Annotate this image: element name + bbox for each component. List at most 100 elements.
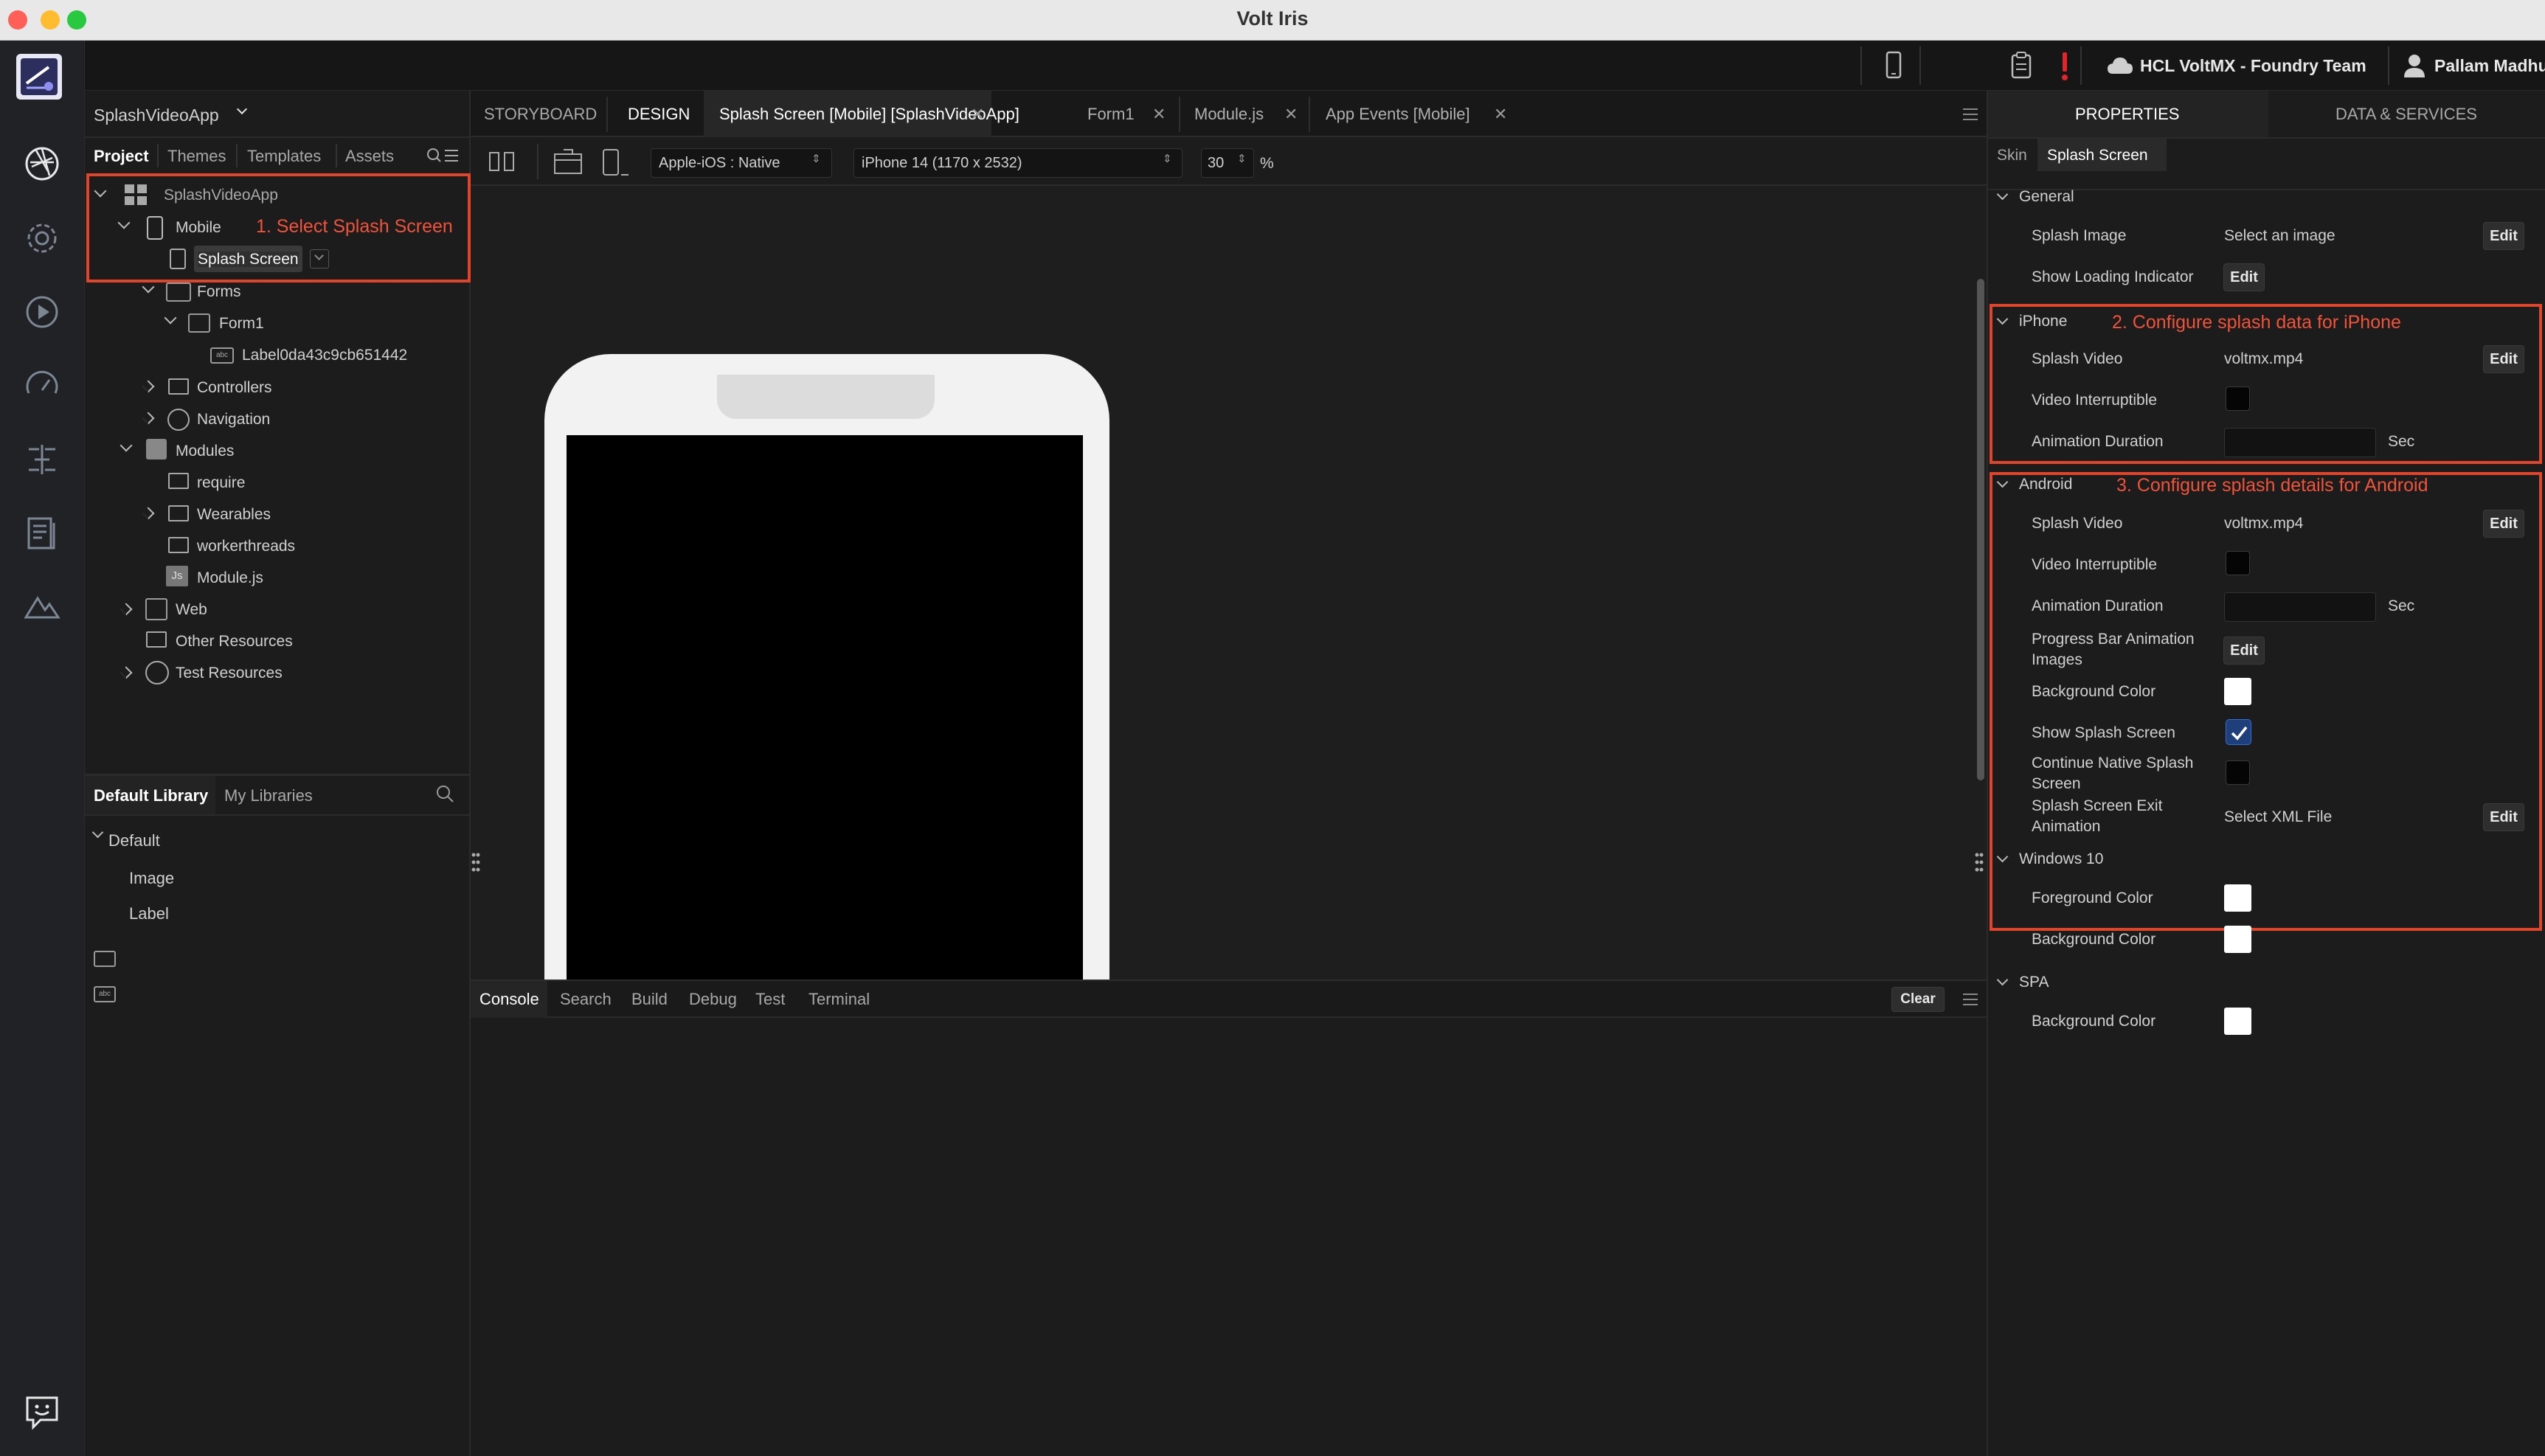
section-iphone[interactable]: iPhone bbox=[2019, 313, 2067, 329]
background-color-windows-swatch[interactable] bbox=[2224, 926, 2251, 953]
value-splash-video-iphone[interactable]: voltmx.mp4 bbox=[2224, 351, 2303, 367]
design-canvas[interactable] bbox=[471, 187, 1976, 1071]
tab-default-library[interactable]: Default Library bbox=[94, 788, 208, 804]
checkbox-continue-native[interactable] bbox=[2226, 760, 2250, 785]
foreground-color-swatch[interactable] bbox=[2224, 884, 2251, 912]
clear-button[interactable]: Clear bbox=[1891, 987, 1945, 1012]
value-exit-animation[interactable]: Select XML File bbox=[2224, 809, 2332, 825]
left-drag-handle[interactable] bbox=[471, 849, 481, 876]
tab-splash-screen-props[interactable]: Splash Screen bbox=[2047, 148, 2148, 163]
tab-form1[interactable]: Form1 bbox=[1087, 106, 1135, 122]
app-logo-icon[interactable] bbox=[16, 54, 62, 100]
device-icon[interactable] bbox=[1880, 51, 1908, 80]
value-splash-image[interactable]: Select an image bbox=[2224, 228, 2335, 243]
edit-progress-bar-button[interactable]: Edit bbox=[2223, 637, 2265, 665]
checkbox-video-interruptible-android[interactable] bbox=[2226, 551, 2250, 575]
animation-duration-android-input[interactable] bbox=[2224, 592, 2376, 622]
tab-search[interactable]: Search bbox=[560, 991, 612, 1008]
section-general[interactable]: General bbox=[2019, 189, 2074, 204]
search-icon[interactable] bbox=[435, 784, 456, 805]
chevron-right-icon[interactable] bbox=[142, 380, 155, 393]
play-icon[interactable] bbox=[16, 286, 68, 338]
section-android[interactable]: Android bbox=[2019, 476, 2072, 492]
clipboard-icon[interactable] bbox=[2007, 51, 2035, 80]
edit-exit-animation-button[interactable]: Edit bbox=[2483, 803, 2524, 831]
tab-my-libraries[interactable]: My Libraries bbox=[224, 788, 313, 804]
search-list-icon[interactable] bbox=[426, 146, 460, 167]
tab-terminal[interactable]: Terminal bbox=[808, 991, 870, 1008]
project-selector[interactable]: SplashVideoApp bbox=[94, 107, 219, 124]
chevron-down-icon[interactable] bbox=[120, 439, 133, 452]
tree-workerthreads[interactable]: workerthreads bbox=[197, 538, 295, 554]
chevron-down-icon[interactable] bbox=[1996, 188, 2009, 201]
settings-gear-icon[interactable] bbox=[16, 212, 68, 264]
split-view-icon[interactable] bbox=[488, 150, 515, 173]
library-item-label[interactable]: Label bbox=[129, 906, 169, 922]
user-name[interactable]: Pallam Madhukar bbox=[2434, 58, 2545, 74]
tree-other-resources[interactable]: Other Resources bbox=[176, 634, 293, 649]
checkbox-video-interruptible-iphone[interactable] bbox=[2226, 386, 2250, 411]
tree-web[interactable]: Web bbox=[176, 602, 207, 617]
tab-test[interactable]: Test bbox=[755, 991, 785, 1008]
chevron-right-icon[interactable] bbox=[142, 412, 155, 425]
tree-label[interactable]: Label0da43c9cb651442 bbox=[242, 347, 407, 363]
library-group-default[interactable]: Default bbox=[108, 833, 160, 849]
tree-wearables[interactable]: Wearables bbox=[197, 507, 271, 522]
right-drag-handle[interactable] bbox=[1974, 849, 1984, 876]
aperture-icon[interactable] bbox=[16, 138, 68, 190]
gauge-icon[interactable] bbox=[16, 360, 68, 412]
tab-assets[interactable]: Assets bbox=[345, 148, 394, 164]
value-splash-video-android[interactable]: voltmx.mp4 bbox=[2224, 516, 2303, 531]
checkbox-show-splash[interactable] bbox=[2226, 719, 2251, 745]
canvas-scrollbar[interactable] bbox=[1977, 279, 1984, 780]
close-icon[interactable]: ✕ bbox=[1494, 106, 1507, 122]
tree-modules[interactable]: Modules bbox=[176, 443, 234, 459]
tab-storyboard[interactable]: STORYBOARD bbox=[484, 106, 597, 122]
close-icon[interactable]: ✕ bbox=[1284, 106, 1298, 122]
document-icon[interactable] bbox=[16, 507, 68, 559]
tree-modulejs[interactable]: Module.js bbox=[197, 570, 263, 586]
close-icon[interactable]: ✕ bbox=[1152, 106, 1166, 122]
tab-properties[interactable]: PROPERTIES bbox=[2075, 106, 2179, 122]
tab-console[interactable]: Console bbox=[479, 991, 539, 1008]
tab-skin[interactable]: Skin bbox=[1997, 148, 2027, 163]
close-icon[interactable]: ✕ bbox=[971, 106, 984, 122]
team-name[interactable]: HCL VoltMX - Foundry Team bbox=[2140, 58, 2366, 74]
background-color-spa-swatch[interactable] bbox=[2224, 1008, 2251, 1035]
library-item-image[interactable]: Image bbox=[129, 870, 174, 887]
platform-select[interactable]: Apple-iOS : Native ⇕ bbox=[651, 148, 832, 178]
zoom-input[interactable]: 30 ⇕ bbox=[1201, 148, 1254, 178]
tree-navigation[interactable]: Navigation bbox=[197, 412, 270, 427]
phone-screen[interactable] bbox=[567, 435, 1083, 1071]
tree-test-resources[interactable]: Test Resources bbox=[176, 665, 283, 681]
chevron-down-icon[interactable] bbox=[164, 311, 177, 325]
chevron-right-icon[interactable] bbox=[120, 603, 133, 616]
device-select[interactable]: iPhone 14 (1170 x 2532) ⇕ bbox=[853, 148, 1183, 178]
tab-build[interactable]: Build bbox=[631, 991, 668, 1008]
feedback-chat-icon[interactable] bbox=[16, 1385, 68, 1437]
menu-icon[interactable] bbox=[1962, 992, 1978, 1007]
section-spa[interactable]: SPA bbox=[2019, 974, 2049, 990]
edit-splash-image-button[interactable]: Edit bbox=[2483, 222, 2524, 250]
alert-icon[interactable] bbox=[2060, 49, 2070, 83]
animation-duration-iphone-input[interactable] bbox=[2224, 428, 2376, 457]
tab-templates[interactable]: Templates bbox=[247, 148, 321, 164]
tab-data-services[interactable]: DATA & SERVICES bbox=[2335, 106, 2477, 122]
menu-icon[interactable] bbox=[1962, 107, 1978, 122]
layout-icon[interactable] bbox=[16, 434, 68, 485]
section-windows[interactable]: Windows 10 bbox=[2019, 851, 2103, 867]
chevron-right-icon[interactable] bbox=[142, 507, 155, 520]
tab-debug[interactable]: Debug bbox=[689, 991, 737, 1008]
chevron-down-icon[interactable] bbox=[142, 280, 155, 294]
tab-app-events[interactable]: App Events [Mobile] bbox=[1326, 106, 1470, 122]
edit-splash-video-iphone-button[interactable]: Edit bbox=[2483, 345, 2524, 373]
tab-themes[interactable]: Themes bbox=[167, 148, 226, 164]
tab-design[interactable]: DESIGN bbox=[628, 106, 690, 122]
device-frame-icon[interactable] bbox=[600, 148, 630, 176]
chevron-down-icon[interactable] bbox=[91, 826, 104, 839]
stepper-icon[interactable]: ⇕ bbox=[1237, 153, 1247, 164]
edit-loading-button[interactable]: Edit bbox=[2223, 263, 2265, 291]
tree-form1[interactable]: Form1 bbox=[219, 316, 264, 331]
tree-controllers[interactable]: Controllers bbox=[197, 380, 272, 395]
tree-require[interactable]: require bbox=[197, 475, 245, 490]
